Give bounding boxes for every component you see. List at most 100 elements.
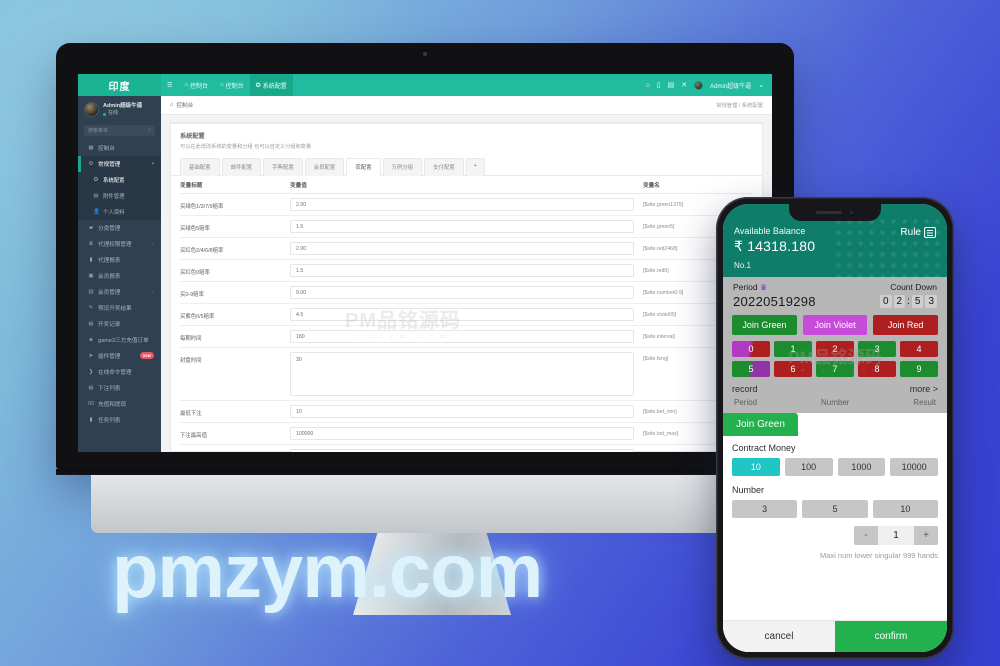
more-link[interactable]: more > (910, 384, 938, 394)
config-input[interactable]: 4.5 (290, 308, 634, 321)
table-row: 每期时间 180 [$site.interval] (180, 326, 753, 348)
number-button-1[interactable]: 1 (774, 341, 812, 357)
breadcrumb-bar: ⌂ 控制台 常规管理 / 系统配置 (161, 96, 772, 115)
join-violet-button[interactable]: Join Violet (802, 315, 868, 335)
config-input[interactable]: 1.5 (290, 220, 634, 233)
tab-example-group[interactable]: 万例分组 (382, 158, 423, 176)
sidebar-item-category-management[interactable]: ▰ 分类管理 (78, 220, 161, 236)
config-textarea[interactable]: 30 (290, 352, 634, 396)
home-icon[interactable]: ⌂ (646, 82, 650, 89)
sidebar-item-game3-recharge-orders[interactable]: ◈ game3三方充值订单 (78, 332, 161, 348)
table-row: 买红色2/4/6/8赔率 2.00 [$site.red2468] (180, 238, 753, 260)
topnav-username[interactable]: Admin超级牛逼 (710, 81, 751, 90)
number-option-3[interactable]: 3 (732, 500, 798, 518)
terminal-icon: ❯ (88, 368, 94, 375)
topnav-item-dashboard-1[interactable]: ⌂ 控制台 (178, 74, 214, 96)
config-input[interactable]: 2.00 (290, 198, 634, 211)
config-input[interactable]: 10 (290, 405, 634, 418)
content-area: ⌂ 控制台 常规管理 / 系统配置 系统配置 可以在此增改系统的变量和分组 也可… (161, 96, 772, 452)
sidebar-item-online-command-management[interactable]: ❯ 在线命令管理 (78, 364, 161, 380)
tab-basic-config[interactable]: 基础配置 (180, 158, 220, 176)
row-label: 是否给水 (180, 449, 290, 452)
app-body: Admin超级牛逼 在线 搜索菜单 ⌕ ▦ 控制台 ⚙ 常规管理 ▾ ✪ 系统配… (78, 96, 772, 452)
sidebar-profile[interactable]: Admin超级牛逼 在线 (78, 96, 161, 123)
number-button-8[interactable]: 8 (858, 361, 896, 377)
number-button-3[interactable]: 3 (858, 341, 896, 357)
number-button-5[interactable]: 5 (732, 361, 770, 377)
topnav-label: 控制台 (225, 83, 244, 90)
sidebar-item-label: 开奖记录 (98, 321, 121, 328)
cancel-button[interactable]: cancel (723, 621, 835, 652)
stepper-decrement-button[interactable]: - (854, 526, 878, 545)
sidebar-item-preset-lottery-result[interactable]: ✎ 预设开奖结果 (78, 300, 161, 316)
sidebar-item-general-management[interactable]: ⚙ 常规管理 ▾ (78, 155, 161, 172)
contract-money-option-1000[interactable]: 1000 (837, 458, 886, 476)
plug-icon: ➤ (88, 352, 94, 359)
column-header-varname: 变量名 (643, 183, 660, 189)
sidebar-item-personal-profile[interactable]: 👤 个人资料 (78, 203, 161, 220)
sidebar-item-recharge-withdraw[interactable]: 00 充值和提现 (78, 396, 161, 412)
brand-logo[interactable]: 印度 (78, 74, 161, 96)
book-icon[interactable]: ▤ (668, 82, 675, 89)
report-icon: ▣ (88, 272, 94, 279)
chevron-left-icon: ‹ (152, 240, 154, 247)
breadcrumb-text[interactable]: 控制台 (176, 101, 193, 109)
number-button-0[interactable]: 0 (732, 341, 770, 357)
config-input[interactable]: 1 (290, 449, 634, 452)
users-icon: ▥ (88, 288, 94, 295)
number-button-4[interactable]: 4 (900, 341, 938, 357)
tab-member-config[interactable]: 会员配置 (304, 158, 345, 176)
close-icon[interactable]: ✕ (681, 82, 687, 89)
table-row: 是否给水 1 [$site.fang] (180, 445, 753, 452)
sidebar-item-plugin-management[interactable]: ➤ 插件管理 new (78, 348, 161, 364)
tab-add-button[interactable]: + (465, 158, 485, 176)
tab-game-config[interactable]: 农配置 (346, 158, 381, 176)
topnav-label: 控制台 (190, 83, 209, 90)
tab-dictionary-config[interactable]: 字典配置 (263, 158, 303, 176)
sidebar-item-agent-report[interactable]: ▮ 代理报表 (78, 252, 161, 268)
contract-money-option-10[interactable]: 10 (732, 458, 780, 476)
join-red-button[interactable]: Join Red (873, 315, 939, 335)
avatar[interactable] (694, 80, 704, 90)
config-input[interactable]: 180 (290, 330, 634, 343)
sidebar-item-member-report[interactable]: ▣ 会员报表 (78, 268, 161, 284)
number-button-2[interactable]: 2 (816, 341, 854, 357)
confirm-button[interactable]: confirm (835, 621, 947, 652)
stepper-increment-button[interactable]: + (914, 526, 938, 545)
row-label: 每期时间 (180, 336, 202, 342)
contract-money-option-100[interactable]: 100 (784, 458, 833, 476)
number-button-9[interactable]: 9 (900, 361, 938, 377)
sidebar-item-bet-list[interactable]: ▤ 下注列表 (78, 380, 161, 396)
join-green-button[interactable]: Join Green (732, 315, 797, 335)
countdown-label: Count Down (890, 282, 937, 292)
rule-button[interactable]: Rule (900, 227, 936, 238)
topnav-item-dashboard-2[interactable]: ⌂ 控制台 (214, 74, 250, 96)
sidebar-search-input[interactable]: 搜索菜单 ⌕ (84, 124, 155, 136)
sidebar-item-system-config[interactable]: ✪ 系统配置 (78, 171, 161, 188)
phone-notch (789, 204, 881, 221)
sidebar-item-dashboard[interactable]: ▦ 控制台 (78, 140, 161, 156)
tab-email-config[interactable]: 邮件配置 (221, 158, 262, 176)
number-option-10[interactable]: 10 (872, 500, 938, 518)
tab-payment-config[interactable]: 支付配置 (424, 158, 464, 176)
number-button-7[interactable]: 7 (816, 361, 854, 377)
sidebar-item-member-management[interactable]: ▥ 会员管理 ‹ (78, 284, 161, 300)
record-label[interactable]: record (732, 384, 758, 394)
config-input[interactable]: 1.5 (290, 264, 634, 277)
number-option-5[interactable]: 5 (802, 500, 868, 518)
topnav-item-system-config[interactable]: ✪ 系统配置 (249, 74, 293, 96)
config-input[interactable]: 2.00 (290, 242, 634, 255)
menu-toggle-button[interactable]: ☰ (161, 74, 178, 96)
sidebar-item-lottery-records[interactable]: ▤ 开奖记录 (78, 316, 161, 332)
sidebar-item-task-list[interactable]: ▮ 任务列表 (78, 412, 161, 428)
config-input[interactable]: 9.00 (290, 286, 634, 299)
chevron-down-icon[interactable]: ⌄ (758, 82, 764, 89)
sidebar-item-attachment-management[interactable]: ▤ 附件管理 (78, 187, 161, 204)
record-row: record more > (732, 384, 938, 394)
sidebar-item-agent-permission[interactable]: ♛ 代理权限管理 ‹ (78, 236, 161, 252)
contract-money-option-10000[interactable]: 10000 (890, 458, 938, 476)
mobile-icon[interactable]: ▯ (657, 82, 661, 89)
config-input[interactable]: 100000 (290, 427, 634, 440)
number-button-6[interactable]: 6 (774, 361, 812, 377)
stepper-value[interactable]: 1 (878, 526, 914, 545)
